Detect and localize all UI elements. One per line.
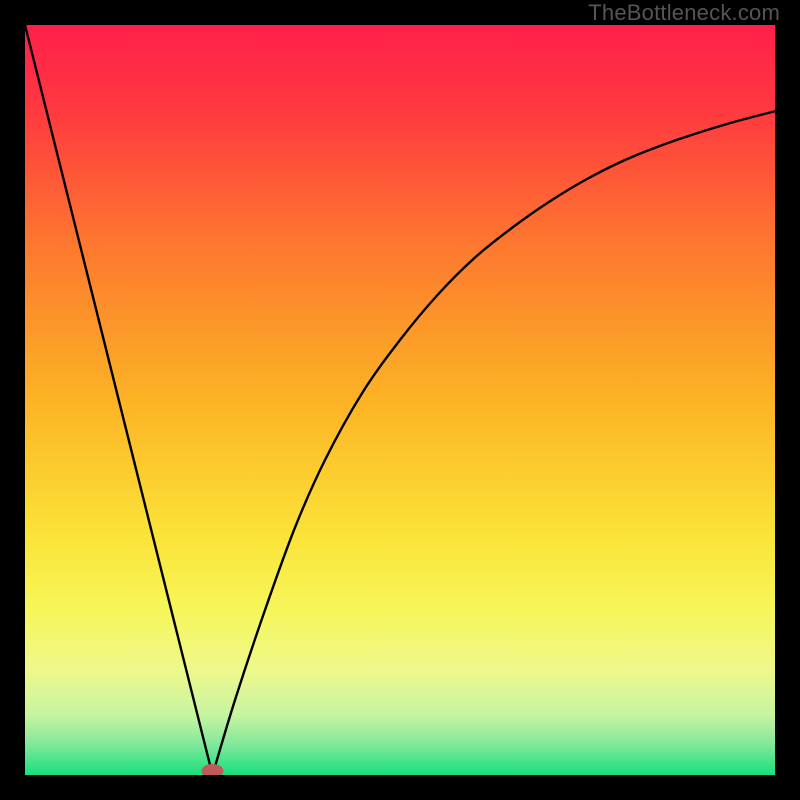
bottleneck-chart <box>25 25 775 775</box>
attribution-label: TheBottleneck.com <box>588 0 780 26</box>
chart-background <box>25 25 775 775</box>
chart-frame: TheBottleneck.com <box>0 0 800 800</box>
